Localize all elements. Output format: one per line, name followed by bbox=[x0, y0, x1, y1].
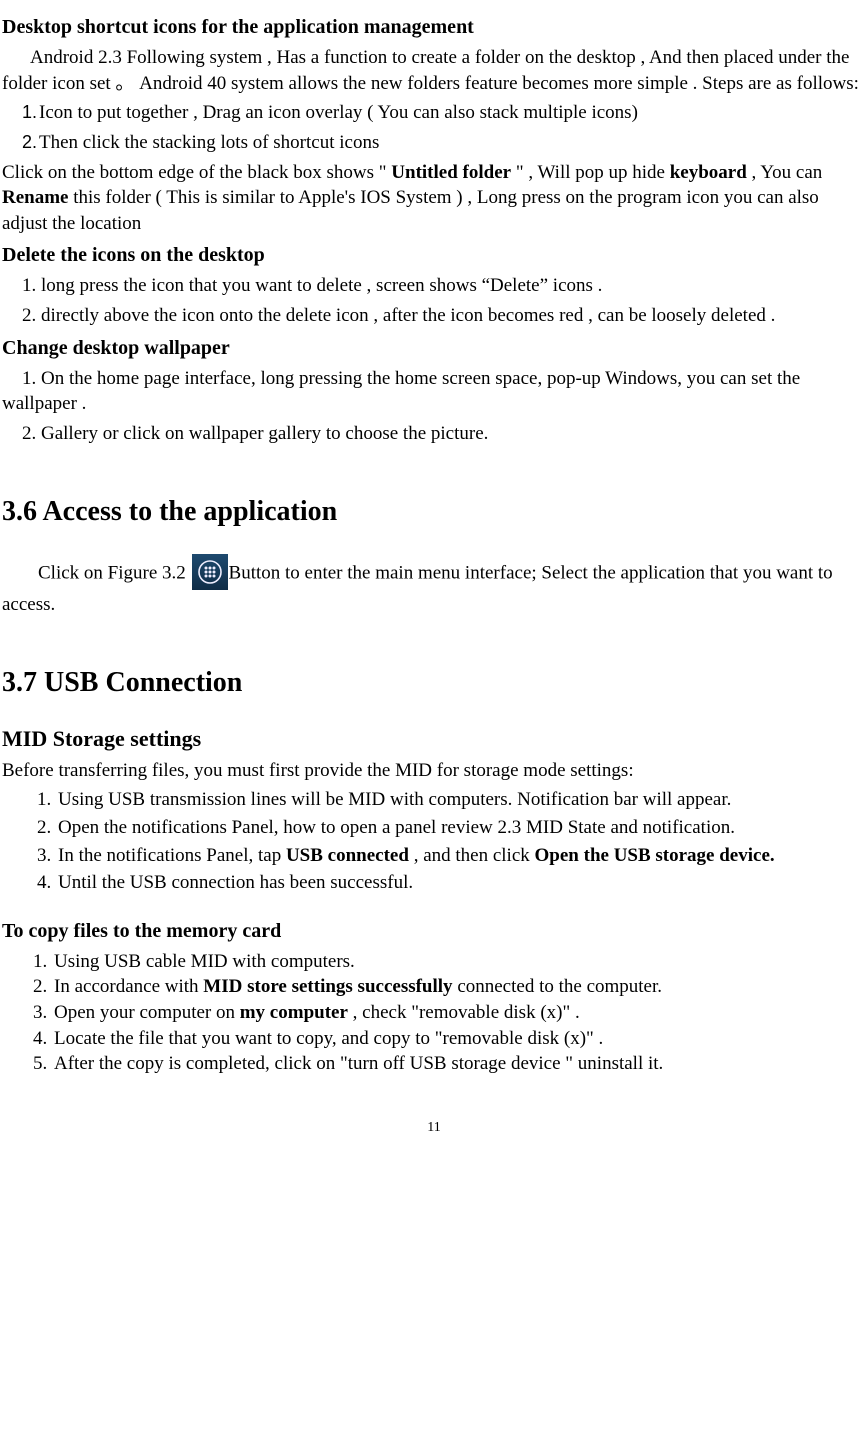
text-run: In the notifications Panel, tap bbox=[58, 845, 286, 866]
text-run: this folder ( This is similar to Apple's… bbox=[2, 187, 819, 234]
bold-rename: Rename bbox=[2, 187, 68, 208]
list-item: Open your computer on my computer , chec… bbox=[52, 1000, 864, 1026]
list-item: 1. On the home page interface, long pres… bbox=[2, 366, 864, 417]
list-number: 2. bbox=[22, 132, 37, 152]
text-run: " , Will pop up hide bbox=[511, 162, 670, 183]
list-item: Using USB transmission lines will be MID… bbox=[56, 787, 864, 813]
text-run: Click on Figure 3.2 bbox=[38, 563, 191, 584]
heading-copy-files-memory-card: To copy files to the memory card bbox=[2, 918, 864, 945]
list-item: 1. long press the icon that you want to … bbox=[22, 273, 864, 299]
page-number: 11 bbox=[2, 1119, 864, 1138]
heading-3-7-usb-connection: 3.7 USB Connection bbox=[2, 664, 864, 702]
text-run: In accordance with bbox=[54, 976, 203, 997]
bold-usb-connected: USB connected bbox=[286, 845, 409, 866]
para-mid-lead: Before transferring files, you must firs… bbox=[2, 758, 864, 784]
text-run: Open your computer on bbox=[54, 1002, 240, 1023]
bold-my-computer: my computer bbox=[240, 1002, 348, 1023]
apps-grid-icon bbox=[192, 554, 228, 590]
para-untitled-folder: Click on the bottom edge of the black bo… bbox=[2, 160, 864, 237]
text-run: , You can bbox=[747, 162, 822, 183]
list-text: 1. On the home page interface, long pres… bbox=[2, 368, 800, 415]
heading-mid-storage-settings: MID Storage settings bbox=[2, 724, 864, 754]
heading-3-6-access-application: 3.6 Access to the application bbox=[2, 493, 864, 531]
heading-delete-icons: Delete the icons on the desktop bbox=[2, 242, 864, 269]
text-run: , check "removable disk (x)" . bbox=[348, 1002, 580, 1023]
para-click-figure-3-2: Click on Figure 3.2 Button to enter the … bbox=[2, 556, 864, 618]
text-run: Click on the bottom edge of the black bo… bbox=[2, 162, 391, 183]
list-text: Icon to put together , Drag an icon over… bbox=[39, 102, 638, 123]
list-item: In the notifications Panel, tap USB conn… bbox=[56, 843, 864, 869]
list-item: 1.Icon to put together , Drag an icon ov… bbox=[22, 100, 864, 126]
list-item: In accordance with MID store settings su… bbox=[52, 974, 864, 1000]
list-item: Open the notifications Panel, how to ope… bbox=[56, 815, 864, 841]
list-storage-settings: Using USB transmission lines will be MID… bbox=[56, 787, 864, 896]
list-item: 2. Gallery or click on wallpaper gallery… bbox=[22, 421, 864, 447]
heading-change-wallpaper: Change desktop wallpaper bbox=[2, 335, 864, 362]
bold-open-usb-storage: Open the USB storage device. bbox=[535, 845, 775, 866]
list-text: Then click the stacking lots of shortcut… bbox=[39, 132, 379, 153]
para-android-folder-intro: Android 2.3 Following system , Has a fun… bbox=[2, 45, 864, 96]
list-copy-files: Using USB cable MID with computers. In a… bbox=[52, 949, 864, 1077]
list-item: Locate the file that you want to copy, a… bbox=[52, 1026, 864, 1052]
text-run: connected to the computer. bbox=[453, 976, 662, 997]
bold-mid-store-settings: MID store settings successfully bbox=[203, 976, 452, 997]
text-run: , and then click bbox=[409, 845, 535, 866]
heading-desktop-shortcut: Desktop shortcut icons for the applicati… bbox=[2, 14, 864, 41]
list-item: Using USB cable MID with computers. bbox=[52, 949, 864, 975]
list-text: 2. directly above the icon onto the dele… bbox=[22, 305, 775, 326]
bold-untitled-folder: Untitled folder bbox=[391, 162, 511, 183]
list-item: 2. directly above the icon onto the dele… bbox=[2, 303, 864, 329]
bold-keyboard: keyboard bbox=[670, 162, 747, 183]
list-item: After the copy is completed, click on "t… bbox=[52, 1051, 864, 1077]
list-item: Until the USB connection has been succes… bbox=[56, 870, 864, 896]
list-item: 2.Then click the stacking lots of shortc… bbox=[22, 130, 864, 156]
list-number: 1. bbox=[22, 102, 37, 122]
